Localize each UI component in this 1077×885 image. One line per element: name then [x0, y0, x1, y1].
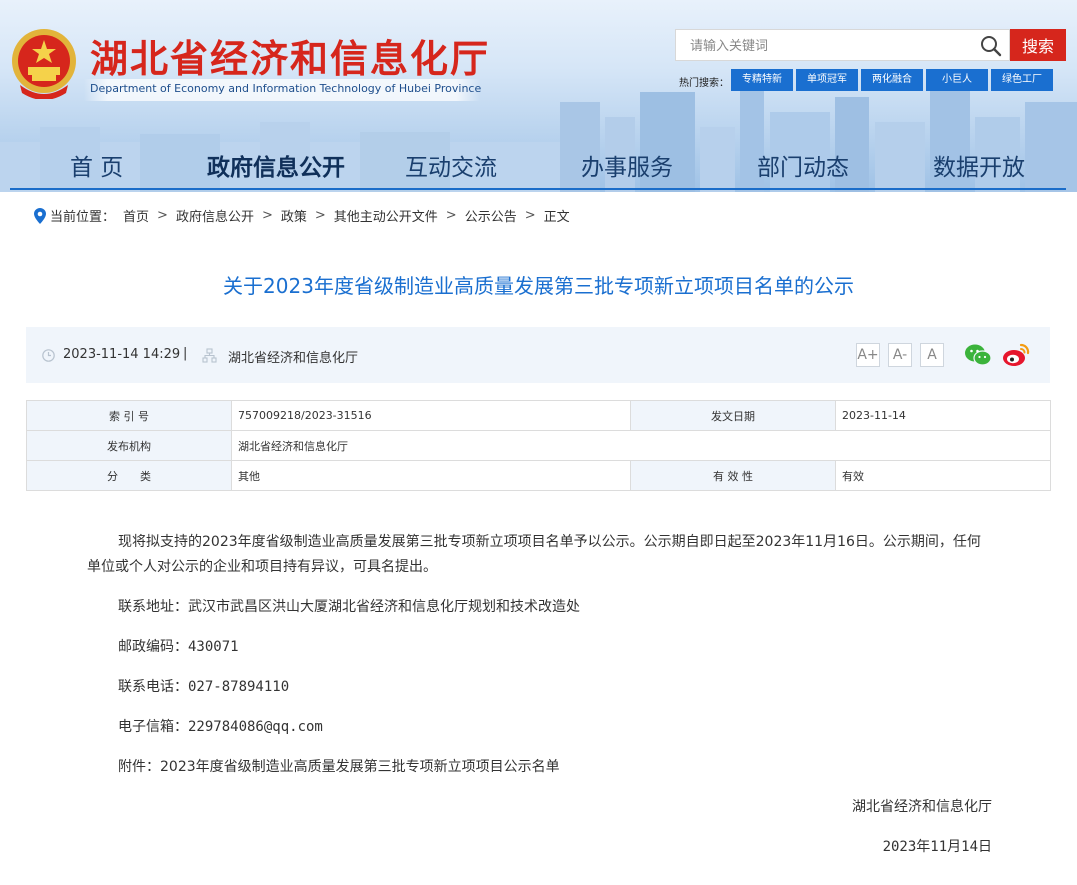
nav-home[interactable]: 首 页	[70, 148, 123, 182]
attachment-line: 附件：2023年度省级制造业高质量发展第三批专项新立项项目公示名单	[87, 755, 992, 780]
address-label: 联系地址：	[118, 599, 188, 615]
email-value: 229784086@qq.com	[188, 719, 323, 735]
postcode-line: 邮政编码：430071	[87, 635, 992, 660]
nav-gov-info-open[interactable]: 政府信息公开	[207, 148, 345, 182]
postcode-value: 430071	[188, 639, 239, 655]
address-value: 武汉市武昌区洪山大厦湖北省经济和信息化厅规划和技术改造处	[188, 599, 580, 615]
postcode-label: 邮政编码：	[118, 639, 188, 655]
hot-tag-lianghuaronghe[interactable]: 两化融合	[861, 69, 923, 91]
publisher-value: 湖北省经济和信息化厅	[231, 430, 1051, 461]
main-nav: 首 页 政府信息公开 互动交流 办事服务 部门动态 数据开放	[0, 140, 1077, 190]
search-input[interactable]	[676, 30, 982, 62]
attachment-link[interactable]: 2023年度省级制造业高质量发展第三批专项新立项项目公示名单	[160, 759, 560, 775]
breadcrumb-gov-info-open[interactable]: 政府信息公开	[176, 206, 254, 225]
site-title[interactable]: 湖北省经济和信息化厅	[90, 28, 490, 83]
font-increase-button[interactable]: A+	[856, 343, 880, 367]
nav-open-data[interactable]: 数据开放	[933, 148, 1025, 182]
site-subtitle: Department of Economy and Information Te…	[90, 82, 482, 95]
nav-services[interactable]: 办事服务	[581, 148, 673, 182]
font-default-button[interactable]: A	[920, 343, 944, 367]
email-label: 电子信箱：	[118, 719, 188, 735]
search-button[interactable]: 搜索	[1010, 29, 1066, 61]
weibo-share-icon[interactable]	[1002, 342, 1030, 368]
sign-date: 2023年11月14日	[882, 839, 992, 855]
signature: 湖北省经济和信息化厅	[852, 799, 992, 815]
index-number-value: 757009218/2023-31516	[231, 400, 631, 431]
hot-tag-lvsegongchang[interactable]: 绿色工厂	[991, 69, 1053, 91]
breadcrumb-separator: >	[261, 208, 273, 223]
meta-divider: |	[183, 346, 188, 361]
breadcrumb-separator: >	[314, 208, 326, 223]
location-pin-icon	[34, 207, 46, 224]
validity-value: 有效	[835, 460, 1051, 491]
breadcrumb-separator: >	[524, 208, 536, 223]
font-decrease-button[interactable]: A-	[888, 343, 912, 367]
table-row: 发布机构 湖北省经济和信息化厅	[26, 430, 1051, 461]
index-number-label: 索 引 号	[26, 400, 232, 431]
nav-underline	[10, 188, 1066, 190]
breadcrumb-policy[interactable]: 政策	[281, 206, 307, 225]
phone-value: 027-87894110	[188, 679, 290, 695]
search-box	[675, 29, 1010, 62]
validity-label: 有 效 性	[630, 460, 836, 491]
publisher-label: 发布机构	[26, 430, 232, 461]
table-row: 索 引 号 757009218/2023-31516 发文日期 2023-11-…	[26, 400, 1051, 431]
publish-time: 2023-11-14 14:29	[63, 347, 181, 362]
breadcrumb-home[interactable]: 首页	[123, 206, 149, 225]
attachment-label: 附件：	[118, 759, 160, 775]
nav-interaction[interactable]: 互动交流	[405, 148, 497, 182]
article-meta-bar: 2023-11-14 14:29 | 湖北省经济和信息化厅 A+ A- A	[26, 327, 1050, 383]
hot-tag-xiaojuren[interactable]: 小巨人	[926, 69, 988, 91]
breadcrumb-separator: >	[157, 208, 168, 223]
issue-date-label: 发文日期	[630, 400, 836, 431]
hot-search-label: 热门搜索：	[679, 78, 729, 89]
category-value: 其他	[231, 460, 631, 491]
nav-dept-news[interactable]: 部门动态	[757, 148, 849, 182]
table-row: 分 类 其他 有 效 性 有效	[26, 460, 1051, 491]
article-body: 现将拟支持的2023年度省级制造业高质量发展第三批专项新立项项目名单予以公示。公…	[87, 530, 992, 875]
contact-address: 联系地址：武汉市武昌区洪山大厦湖北省经济和信息化厅规划和技术改造处	[87, 595, 992, 620]
breadcrumb-separator: >	[445, 208, 457, 223]
hot-tag-zhuanjingtexin[interactable]: 专精特新	[731, 69, 793, 91]
issue-date-value: 2023-11-14	[835, 400, 1051, 431]
search-icon[interactable]	[980, 35, 1002, 57]
national-emblem-icon	[12, 29, 76, 99]
intro-paragraph: 现将拟支持的2023年度省级制造业高质量发展第三批专项新立项项目名单予以公示。公…	[87, 534, 981, 575]
document-info-table: 索 引 号 757009218/2023-31516 发文日期 2023-11-…	[26, 400, 1051, 491]
breadcrumb: 当前位置： 首页 > 政府信息公开 > 政策 > 其他主动公开文件 > 公示公告…	[34, 206, 570, 225]
breadcrumb-announcements[interactable]: 公示公告	[465, 206, 517, 225]
breadcrumb-label: 当前位置：	[50, 210, 116, 225]
organization-icon	[202, 348, 217, 363]
phone-line: 联系电话：027-87894110	[87, 675, 992, 700]
hot-tag-danxiangguanjun[interactable]: 单项冠军	[796, 69, 858, 91]
breadcrumb-other-files[interactable]: 其他主动公开文件	[334, 206, 438, 225]
site-header: 湖北省经济和信息化厅 Department of Economy and Inf…	[0, 0, 1077, 192]
phone-label: 联系电话：	[118, 679, 188, 695]
site-subtitle-band: Department of Economy and Information Te…	[84, 79, 482, 101]
breadcrumb-current: 正文	[543, 210, 570, 225]
article-title: 关于2023年度省级制造业高质量发展第三批专项新立项项目名单的公示	[223, 274, 854, 298]
clock-icon	[42, 349, 55, 362]
email-line: 电子信箱：229784086@qq.com	[87, 715, 992, 740]
wechat-share-icon[interactable]	[964, 343, 992, 367]
source-org: 湖北省经济和信息化厅	[228, 351, 359, 366]
category-label: 分 类	[26, 460, 232, 491]
